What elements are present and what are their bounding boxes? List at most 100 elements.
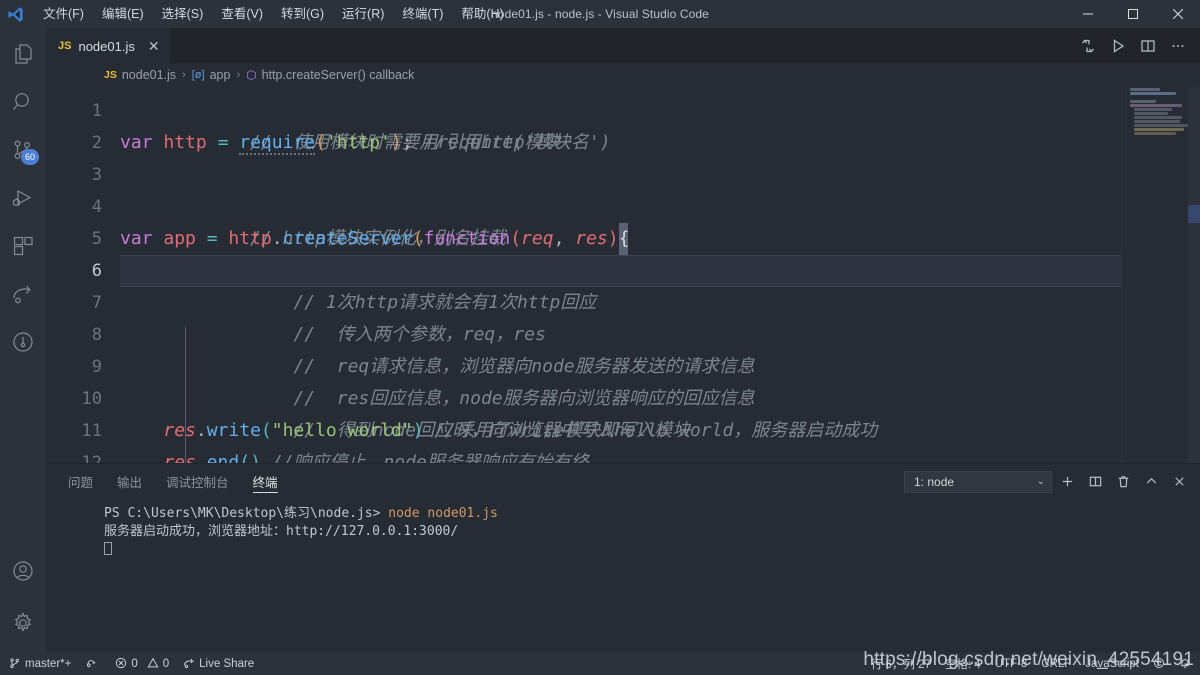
account-icon [11, 559, 35, 588]
panel-tab-terminal[interactable]: 终端 [241, 464, 290, 499]
activity-remote-explorer[interactable] [0, 320, 46, 368]
minimap-scrollbar[interactable] [1188, 87, 1200, 463]
panel-actions: 1: node ⌄ [904, 469, 1200, 495]
menu-selection[interactable]: 选择(S) [153, 2, 213, 26]
comment-token: //响应停止，node服务器响应有始有终 [260, 452, 589, 463]
run-file-icon[interactable] [1104, 32, 1132, 60]
activity-extensions[interactable] [0, 224, 46, 272]
code-line-9[interactable]: // res回应信息，node服务器向浏览器响应的回应信息 [120, 351, 1200, 409]
minimap[interactable] [1122, 87, 1200, 463]
line-number: 8 [91, 325, 102, 345]
code-line-3[interactable] [120, 159, 1200, 191]
line-number: 12 [81, 453, 102, 463]
minimize-button[interactable] [1065, 0, 1110, 28]
close-panel-icon[interactable] [1166, 469, 1192, 495]
string-token: "hello world" [271, 420, 413, 441]
activity-explorer[interactable] [0, 32, 46, 80]
status-notifications[interactable] [1172, 653, 1198, 675]
menu-run[interactable]: 运行(R) [333, 2, 393, 26]
keyword-token: var [120, 228, 153, 249]
split-layout-icon[interactable] [1134, 32, 1162, 60]
status-sync[interactable] [78, 653, 108, 675]
breadcrumb-method-label: http.createServer() callback [261, 68, 415, 82]
string-token: 'http' [325, 132, 391, 153]
menu-edit[interactable]: 编辑(E) [93, 2, 153, 26]
window-controls [1065, 0, 1200, 28]
activity-run-debug[interactable] [0, 176, 46, 224]
status-error-count: 0 [131, 658, 138, 670]
code-lines[interactable]: // 使用模块时需要用require('模块名') var http = req… [120, 87, 1200, 463]
paren-token: ( [239, 452, 251, 463]
sync-icon [85, 657, 97, 672]
activity-bar: 60 [0, 28, 46, 653]
param-token: req [521, 228, 554, 249]
status-eol[interactable]: CRLF [1034, 653, 1078, 675]
status-live-share[interactable]: Live Share [176, 653, 261, 675]
panel-tab-output[interactable]: 输出 [105, 464, 154, 499]
variable-token: app [163, 228, 196, 249]
menu-terminal[interactable]: 终端(T) [393, 2, 452, 26]
status-language-mode[interactable]: JavaScript [1078, 653, 1146, 675]
code-line-11[interactable]: res.write("hello world") //采用了write模块即写入… [120, 415, 1200, 447]
menu-file[interactable]: 文件(F) [34, 2, 93, 26]
tab-close-icon[interactable]: ✕ [148, 39, 160, 53]
code-line-12[interactable]: res.end() //响应停止，node服务器响应有始有终 [120, 447, 1200, 463]
editor-tab-node01[interactable]: JS node01.js ✕ [46, 28, 170, 63]
status-indentation[interactable]: 空格: 4 [938, 653, 988, 675]
menu-view[interactable]: 查看(V) [212, 2, 272, 26]
status-problems[interactable]: 0 0 [108, 653, 176, 675]
activity-search[interactable] [0, 80, 46, 128]
panel-tab-problems[interactable]: 问题 [56, 464, 105, 499]
function-token: require [239, 132, 316, 155]
breadcrumb-method[interactable]: ⬡ http.createServer() callback [246, 68, 414, 82]
code-line-10[interactable]: // 得到node回应时，向浏览器中写入hello world，服务器启动成功 [120, 383, 1200, 441]
maximize-panel-icon[interactable] [1138, 469, 1164, 495]
activity-source-control[interactable]: 60 [0, 128, 46, 176]
more-actions-icon[interactable] [1164, 32, 1192, 60]
code-editor[interactable]: 1 2 3 4 5 6 7 8 9 10 11 12 // 使用模块时需要用re… [46, 87, 1200, 463]
activity-live-share[interactable] [0, 272, 46, 320]
menu-go[interactable]: 转到(G) [272, 2, 333, 26]
menu-bar: 文件(F) 编辑(E) 选择(S) 查看(V) 转到(G) 运行(R) 终端(T… [34, 2, 513, 26]
js-file-icon: JS [58, 40, 72, 52]
js-file-icon: JS [104, 69, 117, 81]
panel-tabs: 问题 输出 调试控制台 终端 [56, 464, 290, 499]
terminal-cursor [104, 541, 1200, 559]
activity-account[interactable] [0, 549, 46, 597]
code-line-4[interactable]: // http模块实例化，别名挂载 [120, 191, 1200, 249]
breadcrumb-symbol[interactable]: [ø] app [192, 68, 231, 82]
variable-token: http [163, 132, 207, 153]
extensions-icon [11, 234, 35, 263]
code-line-8[interactable]: // req请求信息，浏览器向node服务器发送的请求信息 [120, 319, 1200, 377]
maximize-button[interactable] [1110, 0, 1155, 28]
menu-help[interactable]: 帮助(H) [452, 2, 512, 26]
status-branch[interactable]: master*+ [2, 653, 78, 675]
line-number: 7 [91, 293, 102, 313]
vscode-logo-icon [0, 0, 30, 28]
terminal-selector[interactable]: 1: node ⌄ [904, 470, 1052, 493]
close-button[interactable] [1155, 0, 1200, 28]
minimap-thumb[interactable] [1188, 205, 1200, 223]
panel-tab-debug-console[interactable]: 调试控制台 [154, 464, 241, 499]
code-line-5[interactable]: var app = http.createServer(function(req… [120, 223, 1200, 255]
line-number-active: 6 [91, 261, 102, 281]
activity-settings[interactable] [0, 597, 46, 653]
code-line-7[interactable]: // 传入两个参数，req，res [120, 287, 1200, 345]
status-bar-right: 行 6，列 27 空格: 4 UTF-8 CRLF JavaScript [864, 653, 1198, 675]
status-encoding[interactable]: UTF-8 [988, 653, 1035, 675]
status-feedback[interactable] [1146, 653, 1172, 675]
split-terminal-icon[interactable] [1082, 469, 1108, 495]
code-line-6-active[interactable]: // 1次http请求就会有1次http回应 [120, 255, 1200, 313]
kill-terminal-icon[interactable] [1110, 469, 1136, 495]
status-cursor-position[interactable]: 行 6，列 27 [864, 653, 938, 675]
status-warning-count: 0 [162, 658, 170, 670]
terminal-output[interactable]: PS C:\Users\MK\Desktop\练习\node.js> node … [46, 499, 1200, 653]
new-terminal-icon[interactable] [1054, 469, 1080, 495]
source-control-badge: 60 [20, 149, 39, 165]
split-editor-icon[interactable] [1074, 32, 1102, 60]
code-line-1[interactable]: // 使用模块时需要用require('模块名') [120, 95, 1200, 153]
breadcrumb-file[interactable]: JS node01.js [104, 68, 176, 82]
dot-token: . [195, 452, 207, 463]
code-line-2[interactable]: var http = require('http'); //引用http模块 [120, 127, 1200, 159]
